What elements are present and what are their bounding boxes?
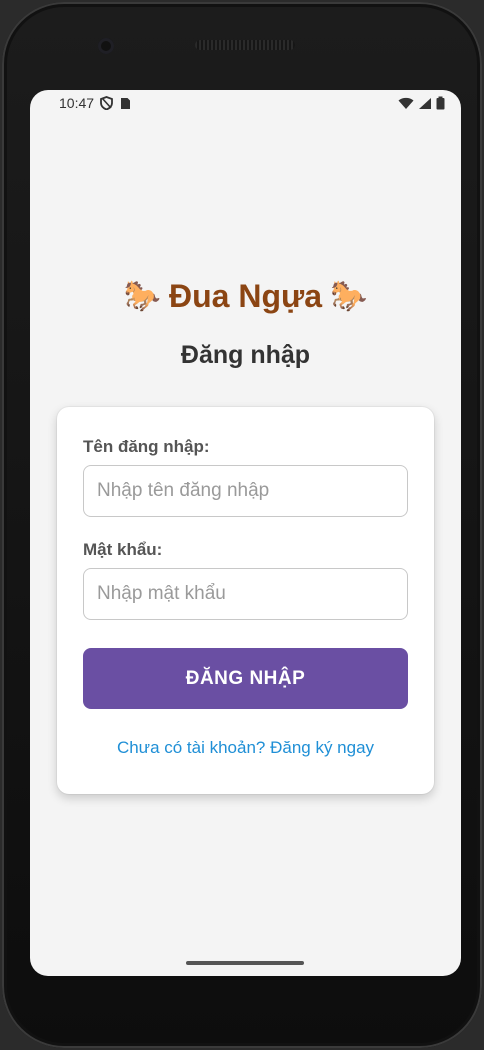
login-button[interactable]: ĐĂNG NHẬP xyxy=(83,648,408,709)
signal-icon xyxy=(419,97,431,109)
battery-icon xyxy=(436,96,445,110)
password-input[interactable] xyxy=(83,568,408,620)
front-camera xyxy=(98,38,114,54)
shield-icon xyxy=(100,96,113,110)
sim-card-icon xyxy=(121,97,131,109)
password-label: Mật khẩu: xyxy=(83,540,163,559)
register-link[interactable]: Chưa có tài khoản? Đăng ký ngay xyxy=(57,738,434,758)
app-title-text: Đua Ngựa xyxy=(169,278,322,314)
phone-frame: 10:47 🐎 Đua Ngựa 🐎 Đăng nhập Tên đăng nh… xyxy=(2,2,482,1048)
username-label: Tên đăng nhập: xyxy=(83,437,210,456)
screen: 10:47 🐎 Đua Ngựa 🐎 Đăng nhập Tên đăng nh… xyxy=(30,90,461,976)
username-input[interactable] xyxy=(83,465,408,517)
page-title: Đăng nhập xyxy=(180,341,311,369)
home-indicator[interactable] xyxy=(186,961,304,965)
status-time: 10:47 xyxy=(59,95,95,111)
status-bar: 10:47 xyxy=(30,90,461,116)
wifi-icon xyxy=(398,97,414,109)
horse-icon: 🐎 xyxy=(329,280,368,313)
horse-icon: 🐎 xyxy=(123,280,162,313)
app-title: 🐎 Đua Ngựa 🐎 xyxy=(30,278,461,315)
earpiece-speaker xyxy=(195,40,295,50)
login-card: Tên đăng nhập: Mật khẩu: ĐĂNG NHẬP Chưa … xyxy=(57,407,434,794)
